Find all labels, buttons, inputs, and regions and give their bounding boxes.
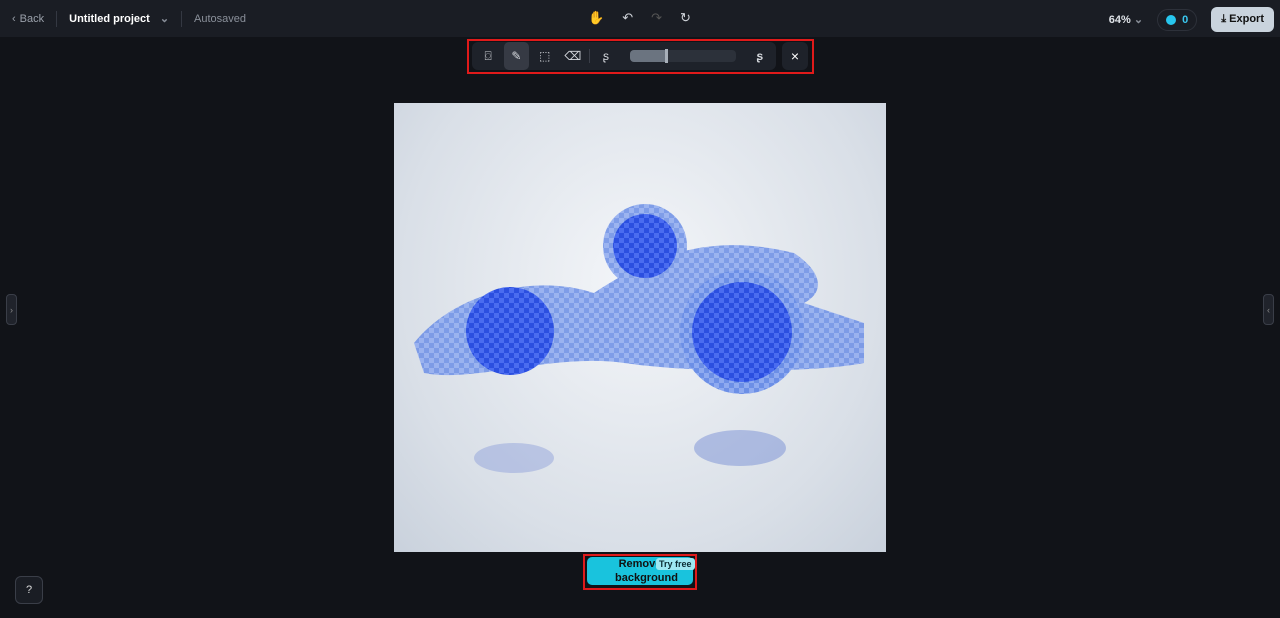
left-panel-toggle[interactable]: › bbox=[6, 294, 17, 325]
divider bbox=[589, 49, 590, 63]
try-free-badge: Try free bbox=[656, 558, 695, 570]
project-title-dropdown[interactable]: Untitled project ⌄ bbox=[69, 12, 170, 26]
export-button[interactable]: ⤓ Export bbox=[1211, 7, 1274, 32]
chevron-right-icon: › bbox=[10, 304, 13, 315]
top-bar: ‹ Back Untitled project ⌄ Autosaved ✋ ↶ ↷ … bbox=[0, 0, 1280, 37]
lasso-select-icon[interactable]: ⬚ bbox=[533, 42, 557, 70]
brush-size-slider[interactable] bbox=[630, 49, 736, 63]
brush-icon[interactable]: ✎ bbox=[504, 42, 529, 70]
divider bbox=[56, 10, 58, 27]
image-canvas[interactable] bbox=[394, 103, 886, 552]
chevron-down-icon: ⌄ bbox=[1133, 14, 1144, 26]
chevron-down-icon: ⌄ bbox=[159, 13, 170, 25]
help-button[interactable]: ? bbox=[15, 576, 43, 604]
mask-toolbar: ⌼ ✎ ⬚ ⌫ ʂ ʂ × bbox=[470, 40, 813, 72]
chevron-left-icon: ‹ bbox=[1267, 304, 1270, 315]
back-button[interactable]: ‹ Back bbox=[12, 13, 44, 25]
divider bbox=[181, 10, 183, 27]
eraser-icon[interactable]: ⌫ bbox=[561, 42, 585, 70]
chevron-left-icon: ‹ bbox=[12, 12, 16, 25]
ring-image bbox=[414, 204, 864, 473]
close-toolbar-button[interactable]: × bbox=[782, 42, 808, 70]
small-brush-icon: ʂ bbox=[602, 49, 609, 63]
large-brush-icon: ʂ bbox=[756, 49, 764, 63]
redo-icon[interactable]: ↷ bbox=[651, 10, 662, 26]
slider-fill bbox=[630, 50, 667, 62]
right-panel-toggle[interactable]: ‹ bbox=[1263, 294, 1274, 325]
slider-handle[interactable] bbox=[665, 49, 669, 63]
credit-icon bbox=[1166, 14, 1177, 25]
help-icon: ? bbox=[25, 584, 33, 596]
undo-icon[interactable]: ↶ bbox=[622, 10, 633, 26]
credits-badge[interactable]: 0 bbox=[1157, 8, 1198, 31]
download-icon: ⤓ bbox=[1221, 13, 1227, 25]
hand-icon[interactable]: ✋ bbox=[588, 10, 604, 26]
save-status: Autosaved bbox=[194, 12, 247, 25]
refresh-icon[interactable]: ↻ bbox=[680, 10, 691, 26]
zoom-dropdown[interactable]: 64% ⌄ bbox=[1109, 13, 1143, 26]
auto-select-subject-icon[interactable]: ⌼ bbox=[476, 42, 500, 70]
